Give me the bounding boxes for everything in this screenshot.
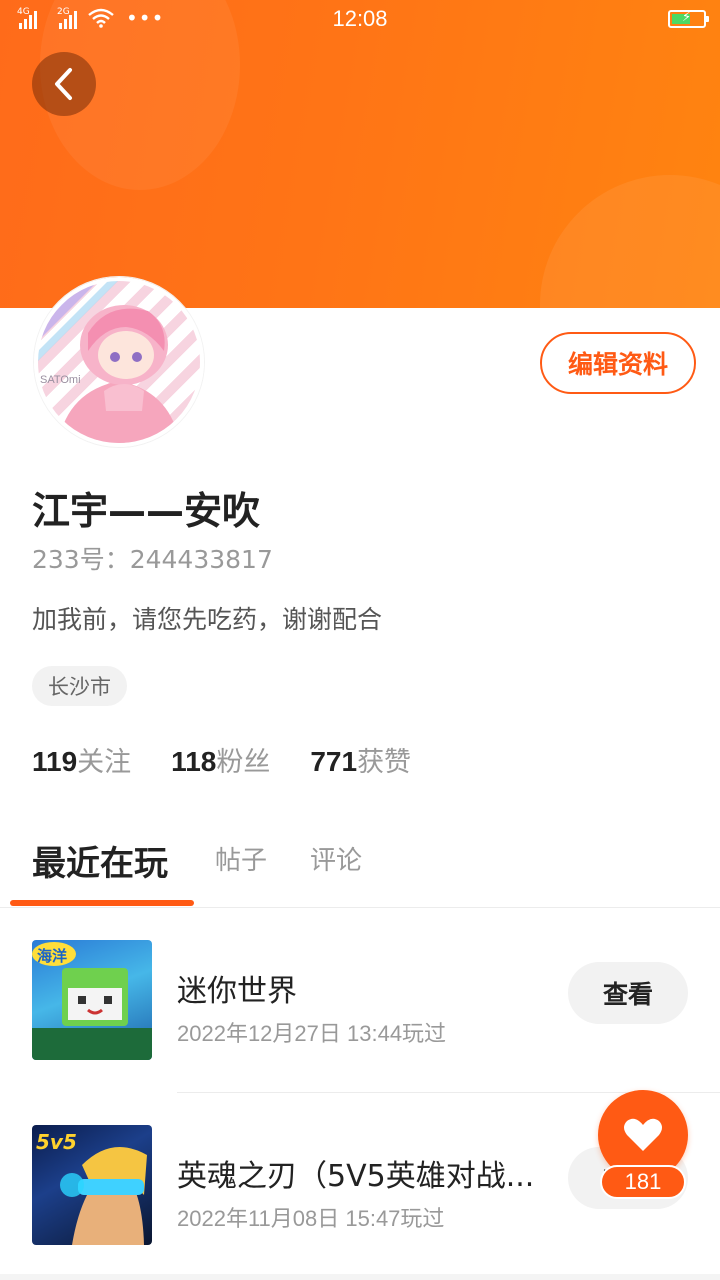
game-list-item[interactable]: 海洋 迷你世界 2022年12月27日 13:44玩过 查看 (0, 908, 720, 1092)
stat-number: 118 (171, 746, 217, 777)
bottom-edge (0, 1274, 720, 1280)
active-tab-indicator (10, 900, 194, 906)
avatar-watermark: SATOmi (40, 374, 81, 386)
heart-icon (624, 1118, 662, 1151)
avatar[interactable]: SATOmi (34, 277, 204, 447)
location-badge: 长沙市 (32, 666, 127, 706)
header-decoration (540, 175, 720, 308)
like-count-badge: 181 (600, 1165, 686, 1199)
edit-profile-button[interactable]: 编辑资料 (540, 332, 696, 394)
status-bar: 4G 2G ••• 12:08 ⚡ (0, 0, 720, 38)
game-played-time: 2022年11月08日 15:47玩过 (177, 1206, 445, 1231)
game-icon-mini-world: 海洋 (32, 940, 152, 1060)
view-game-button[interactable]: 查看 (568, 962, 688, 1024)
profile-nickname: 江宇——安吹 (32, 489, 261, 533)
tab-comments[interactable]: 评论 (310, 840, 362, 877)
stat-followers[interactable]: 118 粉丝 (171, 740, 270, 779)
stat-label: 关注 (77, 747, 132, 778)
profile-bio: 加我前，请您先吃药，谢谢配合 (32, 605, 383, 634)
stat-number: 119 (32, 746, 78, 777)
stat-label: 获赞 (357, 747, 412, 778)
status-time: 12:08 (332, 6, 388, 31)
battery-icon: ⚡ (668, 10, 709, 28)
game-icon-art: 海洋 (32, 942, 152, 1060)
back-button[interactable] (32, 52, 96, 116)
profile-stats: 119 关注 118 粉丝 771 获赞 (32, 740, 451, 779)
game-played-time: 2022年12月27日 13:44玩过 (177, 1021, 447, 1046)
profile-uid: 233号：244433817 (32, 545, 273, 574)
game-icon-soul-blade: 5v5 (32, 1125, 152, 1245)
tab-recently-played[interactable]: 最近在玩 (32, 836, 168, 885)
game-title: 英魂之刃（5V5英雄对战... (177, 1159, 535, 1194)
chevron-left-icon (55, 68, 72, 100)
profile-header-banner (0, 0, 720, 308)
game-title: 迷你世界 (177, 974, 297, 1009)
game-icon-art: 5v5 (36, 1130, 147, 1245)
game-icon-badge: 海洋 (37, 947, 67, 965)
profile-tabs: 最近在玩 帖子 评论 (0, 832, 720, 908)
tab-posts[interactable]: 帖子 (215, 840, 267, 877)
stat-following[interactable]: 119 关注 (32, 740, 131, 779)
avatar-image: SATOmi (38, 281, 180, 443)
stat-label: 粉丝 (216, 747, 271, 778)
game-icon-badge: 5v5 (36, 1130, 77, 1154)
stat-number: 771 (310, 746, 358, 777)
stat-likes[interactable]: 771 获赞 (310, 740, 411, 779)
